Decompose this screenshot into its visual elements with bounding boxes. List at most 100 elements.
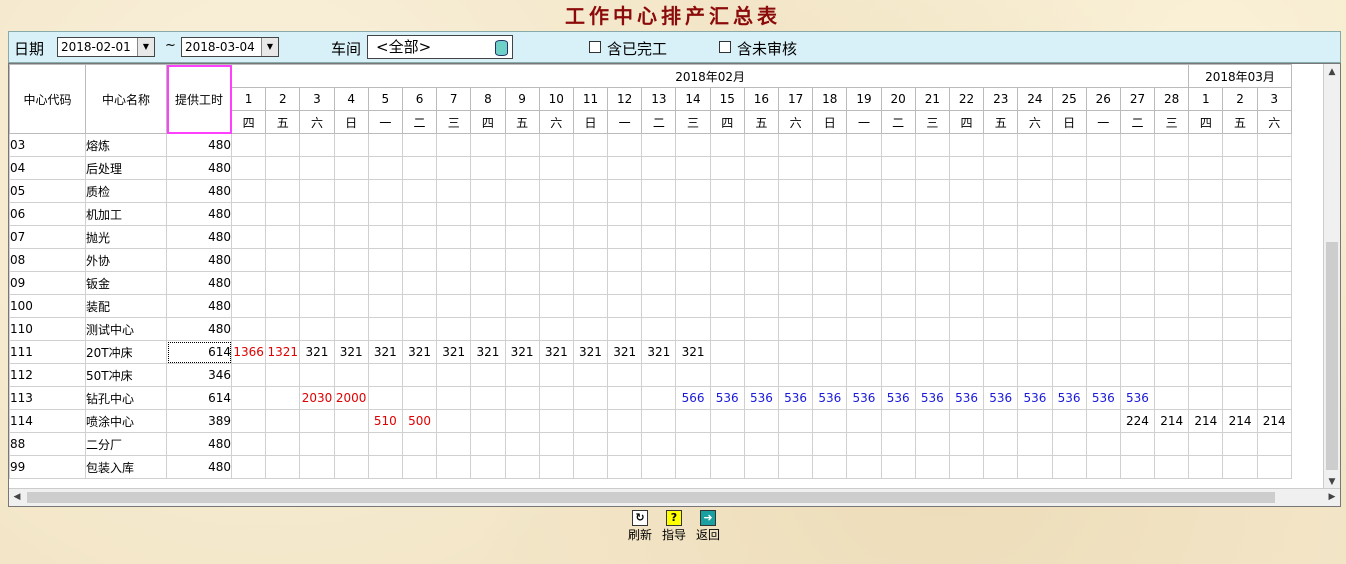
day-load-cell[interactable]: [1222, 248, 1258, 272]
day-load-cell[interactable]: [1085, 202, 1121, 226]
day-load-cell[interactable]: [846, 294, 882, 318]
day-load-cell[interactable]: [641, 225, 677, 249]
vertical-scrollbar[interactable]: ▲ ▼: [1323, 64, 1340, 490]
day-load-cell[interactable]: [675, 248, 711, 272]
table-row[interactable]: 113 钻孔中心 614 2030 2000 566 536 536 536 536 536 536 5…: [9, 386, 1292, 410]
day-load-cell[interactable]: [265, 409, 301, 433]
day-load-cell[interactable]: [230, 294, 267, 318]
day-load-cell[interactable]: [743, 248, 780, 272]
day-load-cell[interactable]: [1051, 179, 1087, 203]
day-load-cell[interactable]: [572, 179, 609, 203]
day-load-cell[interactable]: [675, 202, 711, 226]
day-load-cell[interactable]: [914, 455, 950, 479]
day-load-cell[interactable]: [914, 202, 950, 226]
day-load-cell[interactable]: [504, 432, 540, 456]
day-load-cell[interactable]: [983, 133, 1019, 157]
capacity-hours-cell[interactable]: 389: [166, 409, 232, 433]
day-load-cell[interactable]: [265, 202, 301, 226]
scroll-left-icon[interactable]: ◀: [9, 489, 25, 506]
day-load-cell[interactable]: [401, 179, 438, 203]
day-load-cell[interactable]: [1119, 133, 1156, 157]
day-load-cell[interactable]: [675, 455, 711, 479]
day-load-cell[interactable]: [401, 386, 438, 410]
day-load-cell[interactable]: [846, 179, 882, 203]
day-load-cell[interactable]: [436, 133, 472, 157]
day-load-cell[interactable]: [265, 225, 301, 249]
day-load-cell[interactable]: [846, 317, 882, 341]
day-load-cell[interactable]: [367, 248, 403, 272]
capacity-hours-cell[interactable]: 480: [166, 225, 232, 249]
day-load-cell[interactable]: [265, 455, 301, 479]
day-load-cell[interactable]: [846, 271, 882, 295]
day-load-cell[interactable]: 536: [743, 386, 780, 410]
day-load-cell[interactable]: [1017, 271, 1053, 295]
day-load-cell[interactable]: [1222, 455, 1258, 479]
day-load-cell[interactable]: [230, 248, 267, 272]
day-load-cell[interactable]: [709, 294, 745, 318]
scroll-right-icon[interactable]: ▶: [1324, 489, 1340, 506]
capacity-hours-cell[interactable]: 346: [166, 363, 232, 387]
day-load-cell[interactable]: [777, 225, 814, 249]
day-load-cell[interactable]: [607, 271, 643, 295]
day-load-cell[interactable]: [607, 202, 643, 226]
day-load-cell[interactable]: [436, 271, 472, 295]
day-load-cell[interactable]: [265, 363, 301, 387]
day-load-cell[interactable]: [1085, 317, 1121, 341]
day-load-cell[interactable]: [675, 363, 711, 387]
day-load-cell[interactable]: [299, 432, 335, 456]
day-load-cell[interactable]: [948, 432, 985, 456]
day-load-cell[interactable]: [572, 409, 609, 433]
day-load-cell[interactable]: [333, 133, 369, 157]
day-load-cell[interactable]: [333, 156, 369, 180]
day-load-cell[interactable]: [1119, 340, 1156, 364]
day-load-cell[interactable]: [436, 432, 472, 456]
column-header-hours[interactable]: 提供工时: [166, 64, 232, 134]
day-load-cell[interactable]: [880, 271, 916, 295]
day-load-cell[interactable]: [1154, 432, 1190, 456]
day-load-cell[interactable]: [1119, 363, 1156, 387]
day-load-cell[interactable]: [401, 225, 438, 249]
day-load-cell[interactable]: 536: [983, 386, 1019, 410]
day-load-cell[interactable]: [333, 294, 369, 318]
chevron-down-icon[interactable]: ▼: [261, 38, 278, 56]
day-load-cell[interactable]: [333, 317, 369, 341]
day-load-cell[interactable]: [1188, 363, 1224, 387]
day-load-cell[interactable]: [914, 432, 950, 456]
day-load-cell[interactable]: [1085, 455, 1121, 479]
day-load-cell[interactable]: [1256, 386, 1292, 410]
day-load-cell[interactable]: [777, 363, 814, 387]
day-load-cell[interactable]: [880, 179, 916, 203]
day-load-cell[interactable]: [846, 340, 882, 364]
day-load-cell[interactable]: [538, 455, 574, 479]
day-load-cell[interactable]: [1017, 156, 1053, 180]
day-load-cell[interactable]: [607, 386, 643, 410]
day-load-cell[interactable]: [230, 179, 267, 203]
table-row[interactable]: 111 20T冲床 614 1366 1321 321 321 321 321 321 321 321…: [9, 340, 1292, 364]
table-row[interactable]: 88 二分厂 480: [9, 432, 1292, 456]
day-load-cell[interactable]: 321: [299, 340, 335, 364]
day-load-cell[interactable]: [914, 409, 950, 433]
day-load-cell[interactable]: [641, 317, 677, 341]
day-load-cell[interactable]: 321: [538, 340, 574, 364]
day-load-cell[interactable]: [1119, 317, 1156, 341]
day-load-cell[interactable]: [846, 133, 882, 157]
day-load-cell[interactable]: 321: [504, 340, 540, 364]
day-load-cell[interactable]: [709, 225, 745, 249]
day-load-cell[interactable]: [572, 455, 609, 479]
day-load-cell[interactable]: [572, 271, 609, 295]
capacity-hours-cell[interactable]: 480: [166, 248, 232, 272]
day-load-cell[interactable]: [914, 340, 950, 364]
day-load-cell[interactable]: [367, 432, 403, 456]
day-load-cell[interactable]: [1222, 133, 1258, 157]
day-load-cell[interactable]: [1188, 340, 1224, 364]
scroll-up-icon[interactable]: ▲: [1324, 64, 1340, 80]
day-load-cell[interactable]: [538, 179, 574, 203]
day-load-cell[interactable]: 214: [1256, 409, 1292, 433]
vertical-scroll-thumb[interactable]: [1326, 242, 1338, 470]
day-load-cell[interactable]: [572, 248, 609, 272]
day-load-cell[interactable]: [504, 225, 540, 249]
day-load-cell[interactable]: [983, 363, 1019, 387]
day-load-cell[interactable]: 536: [709, 386, 745, 410]
day-load-cell[interactable]: [846, 409, 882, 433]
day-load-cell[interactable]: [538, 133, 574, 157]
